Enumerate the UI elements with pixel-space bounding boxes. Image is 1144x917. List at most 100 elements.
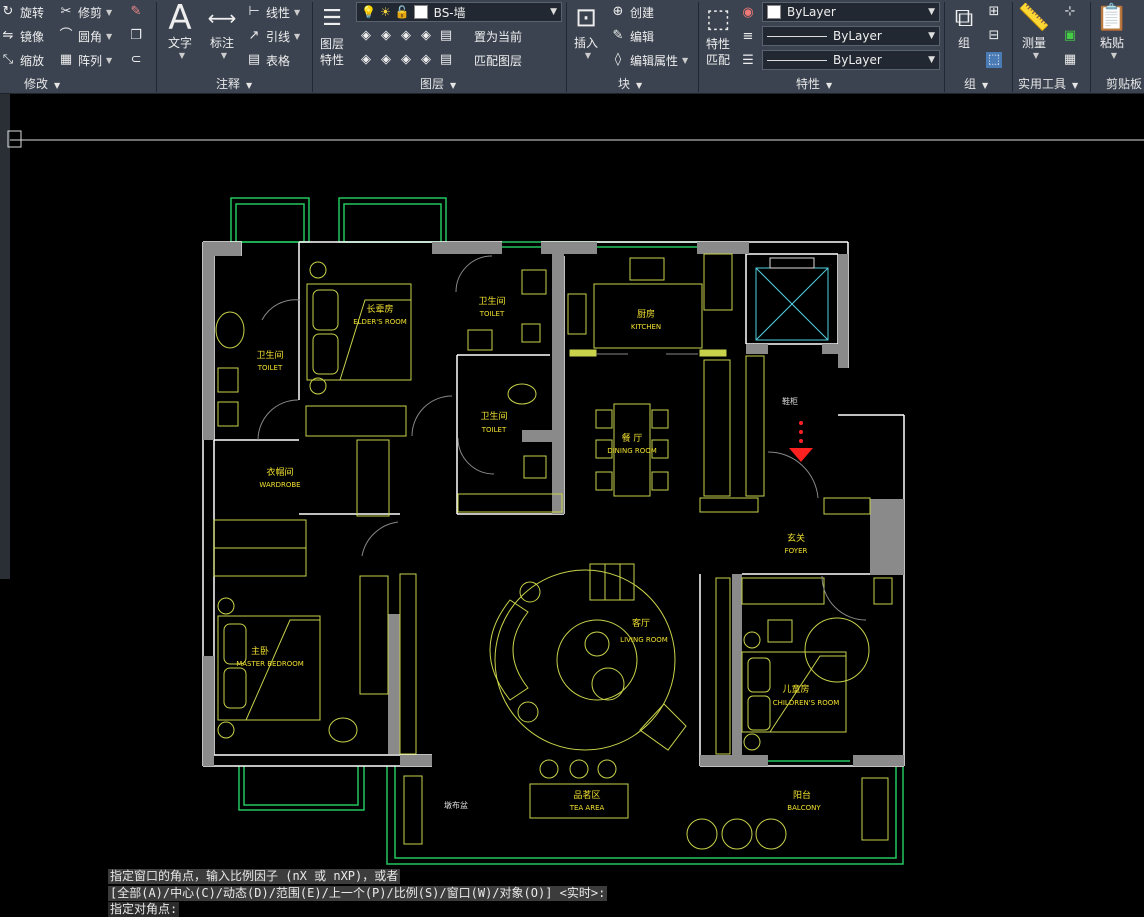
- panel-title-layers[interactable]: 图层 ▼: [420, 76, 456, 92]
- array-icon: ▦: [59, 52, 73, 67]
- offset-button[interactable]: ⊂: [128, 49, 148, 71]
- mirror-button[interactable]: ⇋ 镜像: [0, 25, 44, 47]
- shoe-cabinet-label: 鞋柜: [782, 396, 798, 406]
- count-button[interactable]: ▣: [1062, 25, 1082, 47]
- layer-select[interactable]: 💡 ☀ 🔓 BS-墙 ▼: [356, 2, 562, 22]
- set-current-button[interactable]: 置为当前: [474, 25, 522, 47]
- room-label-en: KITCHEN: [631, 323, 661, 331]
- linear-dim-button[interactable]: ⊢ 线性 ▼: [246, 1, 300, 23]
- panel-title-clipboard[interactable]: 剪贴板: [1106, 76, 1142, 92]
- fillet-icon: ⌒: [59, 28, 73, 43]
- room-label-cn: 餐 厅: [622, 432, 643, 444]
- match-properties-icon: ⬚: [705, 4, 731, 34]
- layers-icon: ☰: [322, 6, 342, 31]
- room-label-cn: 卫生间: [256, 349, 283, 361]
- layer-tool-icon: ▤: [439, 52, 453, 67]
- insert-block-button[interactable]: ⊡ 插入 ▼: [570, 2, 602, 60]
- edit-icon: ✎: [612, 28, 624, 43]
- drawing-canvas[interactable]: 长辈房 ELDER'S ROOM 卫生间 TOILET 厨房 KITCHEN 卫…: [0, 94, 1144, 917]
- color-swatch: [767, 5, 781, 19]
- create-icon: ⊕: [612, 4, 624, 19]
- layer-tool-icon: ◈: [421, 52, 431, 67]
- scale-icon: ⤡: [2, 52, 14, 67]
- laundry-label: 墩布盆: [444, 800, 468, 810]
- panel-separator: [1012, 2, 1013, 92]
- calculator-button[interactable]: ▦: [1062, 49, 1082, 71]
- lineweight-icon: ☰: [742, 53, 754, 68]
- color-select[interactable]: ByLayer ▼: [762, 2, 940, 22]
- rotate-button[interactable]: ↻ 旋转: [0, 1, 44, 23]
- clipboard-icon: 📋: [1095, 3, 1129, 33]
- ruler-icon: 📏: [1017, 3, 1051, 33]
- dimension-icon: ⟷: [207, 6, 237, 30]
- create-block-button[interactable]: ⊕ 创建: [610, 1, 654, 23]
- fillet-button[interactable]: ⌒ 圆角 ▼: [58, 25, 112, 47]
- lineweight-icon-button[interactable]: ☰: [740, 50, 760, 72]
- panel-separator: [312, 2, 313, 92]
- chevron-down-icon: ▼: [1072, 81, 1079, 90]
- layer-tools-row1[interactable]: ◈ ◈ ◈ ◈ ▤: [358, 25, 458, 47]
- group-edit-button[interactable]: ⊟: [986, 25, 1006, 47]
- room-label-en: CHILDREN'S ROOM: [773, 699, 840, 707]
- ribbon: ↻ 旋转 ✂ 修剪 ▼ ✎ ⇋ 镜像 ⌒ 圆角 ▼ ❐ ⤡ 缩放 ▦ 阵列 ▼ ⊂ 修改 ▼ A 文字…: [0, 0, 1144, 94]
- text-icon: A: [168, 0, 192, 38]
- offset-icon: ⊂: [130, 52, 142, 67]
- layer-tool-icon: ◈: [361, 52, 371, 67]
- sun-icon: ☀: [379, 5, 391, 19]
- window-outlines: [230, 197, 904, 865]
- edit-block-button[interactable]: ✎ 编辑: [610, 25, 654, 47]
- edit-attr-button[interactable]: ◊ 编辑属性 ▼: [610, 49, 688, 71]
- color-wheel-button[interactable]: ◉: [740, 2, 760, 24]
- room-label-cn: 儿童房: [782, 683, 809, 695]
- match-layer-button[interactable]: 匹配图层: [474, 49, 522, 71]
- panel-title-annotation[interactable]: 注释 ▼: [216, 76, 252, 92]
- layer-tool-icon: ◈: [421, 28, 431, 43]
- room-label-cn: 卫生间: [480, 410, 507, 422]
- chevron-down-icon: ▼: [106, 55, 113, 65]
- trim-button[interactable]: ✂ 修剪 ▼: [58, 1, 113, 23]
- layer-tool-icon: ◈: [381, 52, 391, 67]
- layer-properties-button[interactable]: ☰ 图层 特性: [316, 2, 348, 68]
- linetype-select[interactable]: ByLayer ▼: [762, 26, 940, 46]
- line-preview: [767, 35, 827, 37]
- text-button[interactable]: A 文字 ▼: [164, 0, 196, 60]
- chevron-down-icon: ▼: [1032, 51, 1040, 60]
- panel-separator: [698, 2, 699, 92]
- linetype-icon-button[interactable]: ≡: [740, 26, 760, 48]
- table-button[interactable]: ▤ 表格: [246, 49, 290, 71]
- chevron-down-icon: ▼: [928, 31, 935, 41]
- leader-button[interactable]: ↗ 引线 ▼: [246, 25, 301, 47]
- paste-button[interactable]: 📋 粘贴 ▼: [1096, 2, 1128, 60]
- panel-title-properties[interactable]: 特性 ▼: [796, 76, 832, 92]
- layer-tool-icon: ◈: [401, 52, 411, 67]
- match-properties-button[interactable]: ⬚ 特性 匹配: [702, 2, 734, 68]
- array-button[interactable]: ▦ 阵列 ▼: [58, 49, 112, 71]
- room-label-en: TOILET: [481, 426, 507, 434]
- copy-button[interactable]: ❐: [128, 25, 148, 47]
- room-label-en: BALCONY: [787, 804, 821, 812]
- lineweight-select[interactable]: ByLayer ▼: [762, 50, 940, 70]
- insert-icon: ⊡: [575, 3, 597, 33]
- floor-plan[interactable]: 长辈房 ELDER'S ROOM 卫生间 TOILET 厨房 KITCHEN 卫…: [0, 94, 1144, 915]
- room-label-cn: 卫生间: [478, 295, 505, 307]
- leader-icon: ↗: [248, 28, 260, 43]
- layer-tools-row2[interactable]: ◈ ◈ ◈ ◈ ▤: [358, 49, 458, 71]
- erase-button[interactable]: ✎: [128, 1, 148, 23]
- panel-title-utilities[interactable]: 实用工具 ▼: [1018, 76, 1078, 92]
- group-button[interactable]: ⧉ 组: [948, 2, 980, 51]
- ungroup-button[interactable]: ⊞: [986, 1, 1006, 23]
- measure-button[interactable]: 📏 测量 ▼: [1018, 2, 1050, 60]
- scale-button[interactable]: ⤡ 缩放: [0, 49, 44, 71]
- panel-title-modify[interactable]: 修改 ▼: [24, 76, 60, 92]
- layer-color-swatch: [413, 5, 428, 19]
- line-preview: [767, 59, 827, 61]
- panel-title-group[interactable]: 组 ▼: [964, 76, 988, 92]
- chevron-down-icon: ▼: [982, 81, 989, 90]
- panel-separator: [566, 2, 567, 92]
- chevron-down-icon: ▼: [928, 55, 935, 65]
- chevron-down-icon: ▼: [178, 51, 186, 60]
- panel-title-block[interactable]: 块 ▼: [618, 76, 642, 92]
- quick-select-button[interactable]: ⊹: [1062, 1, 1082, 23]
- dimension-button[interactable]: ⟷ 标注 ▼: [206, 2, 238, 60]
- group-select-button[interactable]: ⬚: [986, 49, 1006, 71]
